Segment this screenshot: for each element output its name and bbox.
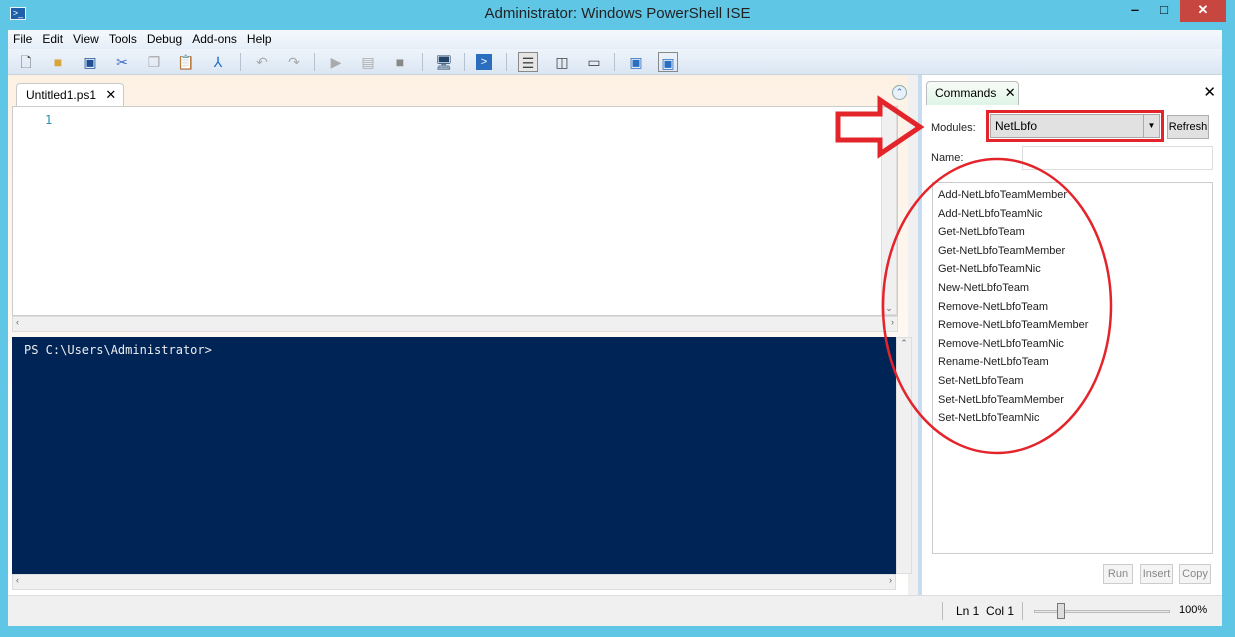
command-list-item[interactable]: Add-NetLbfoTeamMember xyxy=(933,186,1212,205)
command-list-item[interactable]: Get-NetLbfoTeamNic xyxy=(933,260,1212,279)
menu-file[interactable]: File xyxy=(8,30,37,49)
close-window-button[interactable]: ✕ xyxy=(1180,0,1226,22)
line-number: 1 xyxy=(45,113,53,127)
chevron-down-icon: ▼ xyxy=(1143,115,1159,137)
powershell-app-icon[interactable]: >_ xyxy=(10,7,26,20)
tab-commands[interactable]: Commands ✕ xyxy=(926,81,1019,105)
toolbar: 🗋 ■ ▣ ✂ ❐ 📋 ⅄ ↶ ↷ ▶ ▤ ■ 🖥 > ☰ ◫ ▭ ▣ ▣ xyxy=(8,49,1222,75)
cut-icon[interactable]: ✂ xyxy=(112,52,132,72)
cursor-position: Ln 1 Col 1 xyxy=(956,604,1015,618)
console-prompt: PS C:\Users\Administrator> xyxy=(24,343,212,357)
show-script-top-icon[interactable]: ☰ xyxy=(518,52,538,72)
run-selection-icon[interactable]: ▤ xyxy=(358,52,378,72)
show-command-window-icon[interactable]: ▣ xyxy=(626,52,646,72)
show-command-addon-icon[interactable]: ▣ xyxy=(658,52,678,72)
copy-icon[interactable]: ❐ xyxy=(144,52,164,72)
zoom-level: 100% xyxy=(1179,604,1208,616)
menu-view[interactable]: View xyxy=(68,30,104,49)
command-list-item[interactable]: Rename-NetLbfoTeam xyxy=(933,353,1212,372)
menu-help[interactable]: Help xyxy=(242,30,277,49)
command-list[interactable]: Add-NetLbfoTeamMember Add-NetLbfoTeamNic G… xyxy=(932,182,1213,554)
close-tab-icon[interactable]: ✕ xyxy=(105,87,116,102)
tab-untitled1[interactable]: Untitled1.ps1 ✕ xyxy=(16,83,124,107)
modules-label: Modules: xyxy=(931,122,976,134)
command-list-item[interactable]: Remove-NetLbfoTeamMember xyxy=(933,316,1212,335)
paste-icon[interactable]: 📋 xyxy=(176,52,196,72)
commands-tab-label: Commands xyxy=(935,86,997,100)
console-vertical-scrollbar[interactable]: ⌃ xyxy=(896,337,912,574)
command-list-item[interactable]: Get-NetLbfoTeamMember xyxy=(933,242,1212,261)
command-list-item[interactable]: Set-NetLbfoTeam xyxy=(933,372,1212,391)
undo-icon[interactable]: ↶ xyxy=(252,52,272,72)
save-icon[interactable]: ▣ xyxy=(80,52,100,72)
script-pane: Untitled1.ps1 ✕ ⌃ 1 ⌄ ‹ › PS C:\Users\Adm… xyxy=(8,75,912,595)
new-icon[interactable]: 🗋 xyxy=(16,52,36,72)
close-addon-icon[interactable]: ✕ xyxy=(1203,83,1216,101)
command-list-item[interactable]: Remove-NetLbfoTeam xyxy=(933,298,1212,317)
command-list-item[interactable]: Get-NetLbfoTeam xyxy=(933,223,1212,242)
console-pane[interactable]: PS C:\Users\Administrator> xyxy=(12,337,896,574)
name-input[interactable] xyxy=(1022,146,1213,170)
status-bar: Ln 1 Col 1 100% xyxy=(8,595,1222,626)
modules-dropdown[interactable]: NetLbfo ▼ xyxy=(990,114,1160,138)
command-list-item[interactable]: Set-NetLbfoTeamNic xyxy=(933,409,1212,428)
tab-label: Untitled1.ps1 xyxy=(26,88,97,102)
run-icon[interactable]: ▶ xyxy=(326,52,346,72)
zoom-slider-thumb[interactable] xyxy=(1057,603,1066,619)
editor-vertical-scrollbar[interactable]: ⌄ xyxy=(881,107,897,315)
window-title: Administrator: Windows PowerShell ISE xyxy=(484,5,751,22)
command-list-item[interactable]: New-NetLbfoTeam xyxy=(933,279,1212,298)
command-list-item[interactable]: Remove-NetLbfoTeamNic xyxy=(933,335,1212,354)
minimize-button[interactable]: ‒ xyxy=(1121,0,1149,22)
menu-tools[interactable]: Tools xyxy=(104,30,142,49)
powershell-icon[interactable]: > xyxy=(476,54,492,70)
insert-button[interactable]: Insert xyxy=(1140,564,1173,584)
stop-icon[interactable]: ■ xyxy=(390,52,410,72)
menu-bar: File Edit View Tools Debug Add-ons Help xyxy=(8,30,1222,49)
show-script-right-icon[interactable]: ◫ xyxy=(552,52,572,72)
show-script-max-icon[interactable]: ▭ xyxy=(584,52,604,72)
name-label: Name: xyxy=(931,152,964,164)
menu-addons[interactable]: Add-ons xyxy=(187,30,242,49)
run-button[interactable]: Run xyxy=(1103,564,1133,584)
command-list-item[interactable]: Add-NetLbfoTeamNic xyxy=(933,205,1212,224)
console-horizontal-scrollbar[interactable]: ‹ › xyxy=(12,574,896,590)
close-tab-icon[interactable]: ✕ xyxy=(1005,85,1016,100)
clear-console-icon[interactable]: ⅄ xyxy=(208,52,228,72)
open-icon[interactable]: ■ xyxy=(48,52,68,72)
zoom-slider-track[interactable] xyxy=(1034,610,1170,613)
title-bar: Administrator: Windows PowerShell ISE xyxy=(0,0,1235,30)
redo-icon[interactable]: ↷ xyxy=(284,52,304,72)
command-list-item[interactable]: Set-NetLbfoTeamMember xyxy=(933,391,1212,410)
script-editor[interactable]: 1 ⌄ xyxy=(12,106,898,316)
modules-selected-value: NetLbfo xyxy=(995,119,1038,133)
editor-horizontal-scrollbar[interactable]: ‹ › xyxy=(12,316,898,332)
menu-debug[interactable]: Debug xyxy=(142,30,187,49)
collapse-script-pane-icon[interactable]: ⌃ xyxy=(892,85,907,100)
remote-powershell-icon[interactable]: 🖥 xyxy=(434,52,454,72)
refresh-button[interactable]: Refresh xyxy=(1167,115,1209,139)
maximize-button[interactable]: □ xyxy=(1150,0,1178,22)
copy-button[interactable]: Copy xyxy=(1179,564,1211,584)
ise-window: File Edit View Tools Debug Add-ons Help 🗋 ■ ▣ … xyxy=(8,30,1222,626)
menu-edit[interactable]: Edit xyxy=(37,30,68,49)
commands-addon-pane: Commands ✕ ✕ Modules: NetLbfo ▼ Refresh N… xyxy=(918,75,1222,595)
